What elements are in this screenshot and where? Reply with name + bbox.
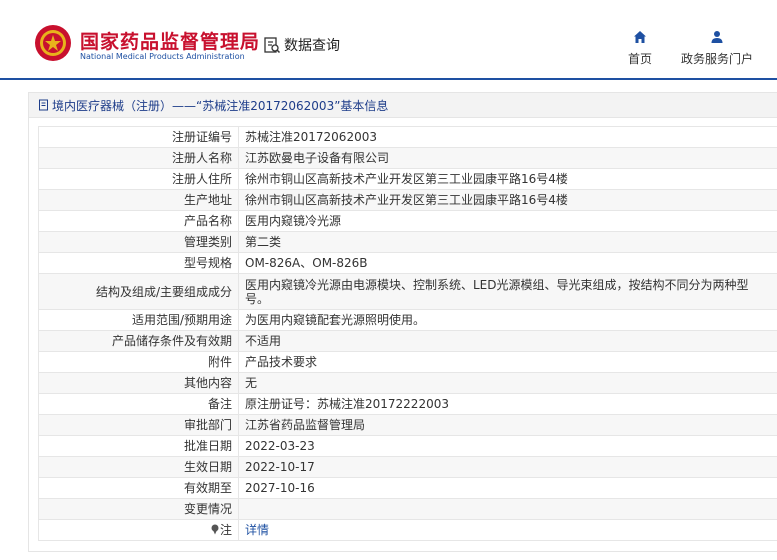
field-value: 医用内窥镜冷光源由电源模块、控制系统、LED光源模组、导光束组成，按结构不同分为… xyxy=(238,273,777,310)
table-row: 管理类别 第二类 xyxy=(38,231,777,253)
field-value: 为医用内窥镜配套光源照明使用。 xyxy=(238,309,777,331)
table-row: 产品储存条件及有效期 不适用 xyxy=(38,330,777,352)
breadcrumb-text: 境内医疗器械（注册）——“苏械注准20172062003”基本信息 xyxy=(52,98,389,113)
field-value: 江苏欧曼电子设备有限公司 xyxy=(238,147,777,169)
table-row: 有效期至 2027-10-16 xyxy=(38,477,777,499)
field-label: 产品储存条件及有效期 xyxy=(38,330,239,352)
brand-subtitle: National Medical Products Administration xyxy=(80,52,245,61)
field-label: 变更情况 xyxy=(38,498,239,520)
field-value: 第二类 xyxy=(238,231,777,253)
data-query-label: 数据查询 xyxy=(284,38,340,54)
field-value: 苏械注准20172062003 xyxy=(238,126,777,148)
field-label: 型号规格 xyxy=(38,252,239,274)
header-divider xyxy=(0,78,777,80)
field-label: 其他内容 xyxy=(38,372,239,394)
table-row: 注册人名称 江苏欧曼电子设备有限公司 xyxy=(38,147,777,169)
table-row: 其他内容无 xyxy=(38,372,777,394)
field-label: 批准日期 xyxy=(38,435,239,457)
detail-link[interactable]: 详情 xyxy=(245,523,269,537)
table-row: 批准日期 2022-03-23 xyxy=(38,435,777,457)
detail-panel: 境内医疗器械（注册）——“苏械注准20172062003”基本信息 注册证编号苏… xyxy=(28,92,777,552)
pin-icon xyxy=(211,524,219,535)
field-label: 管理类别 xyxy=(38,231,239,253)
detail-table: 注册证编号 苏械注准20172062003 注册人名称 江苏欧曼电子设备有限公司 注… xyxy=(38,126,777,541)
table-row: 型号规格 OM-826A、OM-826B xyxy=(38,252,777,274)
table-row: 适用范围/预期用途 为医用内窥镜配套光源照明使用。 xyxy=(38,309,777,331)
table-row: 生产地址 徐州市铜山区高新技术产业开发区第三工业园康平路16号4楼 xyxy=(38,189,777,211)
field-value: 原注册证号：苏械注准20172222003 xyxy=(238,393,777,415)
field-label: 审批部门 xyxy=(38,414,239,436)
data-query-link[interactable]: 数据查询 xyxy=(263,35,340,55)
table-row: 备注 原注册证号：苏械注准20172222003 xyxy=(38,393,777,415)
user-icon xyxy=(711,31,723,43)
field-label: 备注 xyxy=(38,393,239,415)
table-row: 注册人住所 徐州市铜山区高新技术产业开发区第三工业园康平路16号4楼 xyxy=(38,168,777,190)
field-value: 徐州市铜山区高新技术产业开发区第三工业园康平路16号4楼 xyxy=(238,189,777,211)
table-row: 注 详情 xyxy=(38,519,777,541)
field-label: 注册证编号 xyxy=(38,126,239,148)
table-row: 变更情况 xyxy=(38,498,777,520)
nav-portal[interactable]: 政务服务门户 xyxy=(676,30,758,67)
data-query-icon xyxy=(264,37,281,54)
field-label: 注 xyxy=(219,523,232,537)
breadcrumb: 境内医疗器械（注册）——“苏械注准20172062003”基本信息 xyxy=(29,93,777,118)
note-value-cell: 详情 xyxy=(238,519,777,541)
field-value: 2027-10-16 xyxy=(238,477,777,499)
national-emblem-icon xyxy=(35,25,71,61)
field-label: 适用范围/预期用途 xyxy=(38,309,239,331)
field-label: 注册人名称 xyxy=(38,147,239,169)
field-value: 无 xyxy=(238,372,777,394)
table-row: 注册证编号 苏械注准20172062003 xyxy=(38,126,777,148)
field-label: 生效日期 xyxy=(38,456,239,478)
table-row: 审批部门 江苏省药品监督管理局 xyxy=(38,414,777,436)
nav-home[interactable]: 首页 xyxy=(620,30,660,67)
home-icon xyxy=(634,31,646,43)
field-label: 有效期至 xyxy=(38,477,239,499)
field-value: 徐州市铜山区高新技术产业开发区第三工业园康平路16号4楼 xyxy=(238,168,777,190)
table-row: 产品名称 医用内窥镜冷光源 xyxy=(38,210,777,232)
field-value: 2022-03-23 xyxy=(238,435,777,457)
table-row: 生效日期 2022-10-17 xyxy=(38,456,777,478)
table-row: 附件 产品技术要求 xyxy=(38,351,777,373)
document-icon xyxy=(39,99,48,111)
nav-home-label: 首页 xyxy=(627,52,652,66)
field-label: 产品名称 xyxy=(38,210,239,232)
field-value: 不适用 xyxy=(238,330,777,352)
field-label: 结构及组成/主要组成成分 xyxy=(38,273,239,310)
field-value: 江苏省药品监督管理局 xyxy=(238,414,777,436)
field-value: 2022-10-17 xyxy=(238,456,777,478)
nav-portal-label: 政务服务门户 xyxy=(680,52,753,66)
field-label: 注册人住所 xyxy=(38,168,239,190)
field-label: 生产地址 xyxy=(38,189,239,211)
table-row: 结构及组成/主要组成成分 医用内窥镜冷光源由电源模块、控制系统、LED光源模组、导… xyxy=(38,273,777,310)
site-header: 国家药品监督管理局 National Medical Products Admi… xyxy=(0,0,777,78)
field-label: 附件 xyxy=(38,351,239,373)
field-value: OM-826A、OM-826B xyxy=(238,252,777,274)
field-value: 医用内窥镜冷光源 xyxy=(238,210,777,232)
field-value xyxy=(238,498,777,520)
field-value: 产品技术要求 xyxy=(238,351,777,373)
brand-title: 国家药品监督管理局 xyxy=(80,31,261,53)
note-label-cell: 注 xyxy=(38,519,239,541)
